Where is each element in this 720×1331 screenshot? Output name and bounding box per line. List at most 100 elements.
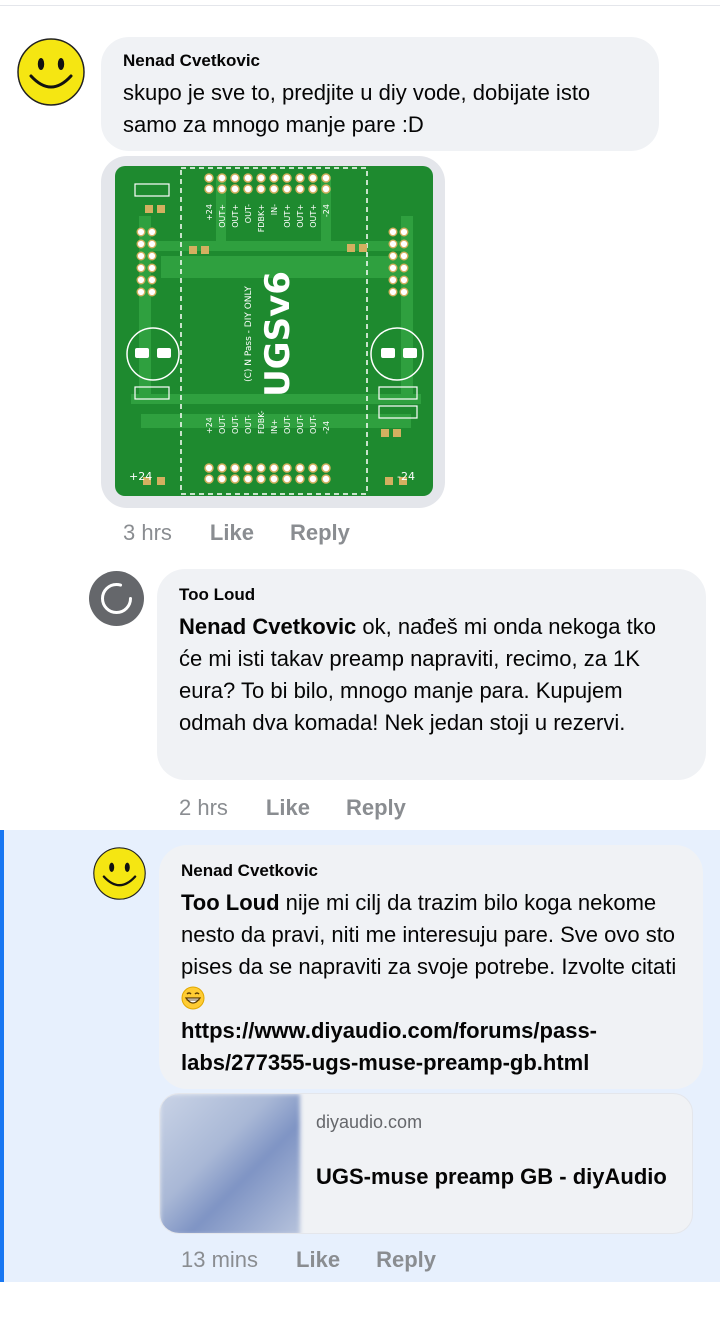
smiley-icon	[17, 38, 85, 106]
link-preview-title[interactable]: UGS-muse preamp GB - diyAudio	[316, 1164, 667, 1190]
header-pin	[243, 184, 253, 194]
mention-link[interactable]: Too Loud	[181, 890, 280, 915]
header-pin	[204, 474, 214, 484]
external-link[interactable]: https://www.diyaudio.com/forums/pass-lab…	[181, 1015, 681, 1079]
side-pin	[388, 275, 398, 285]
header-pin	[282, 474, 292, 484]
pin-label: OUT+	[296, 204, 305, 228]
link-preview-domain: diyaudio.com	[316, 1112, 423, 1132]
pin-label: -24	[322, 421, 331, 434]
loading-ring-icon	[101, 583, 132, 614]
pcb-image-attachment[interactable]: +24 OUT+ OUT+ OUT- FDBK+ IN- OUT+ OUT+ OUT+ -24 +…	[101, 156, 445, 508]
side-pin	[399, 263, 409, 273]
side-pin	[388, 239, 398, 249]
like-button[interactable]: Like	[210, 520, 254, 546]
header-pin	[295, 463, 305, 473]
pcb-board-image: +24 OUT+ OUT+ OUT- FDBK+ IN- OUT+ OUT+ OUT+ -24 +…	[115, 166, 433, 496]
comment-author[interactable]: Nenad Cvetkovic	[181, 861, 681, 881]
header-pin	[269, 184, 279, 194]
header-pin	[204, 184, 214, 194]
comment-bubble: Nenad Cvetkovic skupo je sve to, predjit…	[101, 37, 659, 151]
pin-label: +24	[205, 417, 214, 434]
pin-label: OUT+	[309, 204, 318, 228]
comment-text: Too Loud nije mi cilj da trazim bilo kog…	[181, 887, 681, 1079]
rail-pos: +24	[129, 470, 152, 483]
side-pin	[399, 227, 409, 237]
pcb-note: (C) N Pass - DIY ONLY	[244, 286, 254, 382]
comment-author[interactable]: Nenad Cvetkovic	[123, 51, 637, 71]
side-pin	[147, 263, 157, 273]
header-pin	[230, 173, 240, 183]
reply-button[interactable]: Reply	[376, 1247, 436, 1273]
header-pin	[321, 184, 331, 194]
pin-label: +24	[205, 204, 214, 221]
reply-button[interactable]: Reply	[346, 795, 406, 821]
side-pin	[136, 275, 146, 285]
pin-label: OUT-	[231, 415, 240, 434]
side-pin	[388, 287, 398, 297]
header-pin	[269, 173, 279, 183]
like-button[interactable]: Like	[266, 795, 310, 821]
header-pin	[243, 463, 253, 473]
side-pin	[399, 287, 409, 297]
header-pin	[308, 474, 318, 484]
header-pin	[308, 184, 318, 194]
header-pin	[282, 173, 292, 183]
side-pin	[136, 251, 146, 261]
link-preview-card[interactable]: diyaudio.com UGS-muse preamp GB - diyAud…	[159, 1093, 693, 1234]
side-pin	[388, 263, 398, 273]
header-pin	[204, 463, 214, 473]
comment-time[interactable]: 13 mins	[181, 1247, 258, 1273]
avatar-smiley[interactable]	[17, 38, 85, 106]
header-pin	[295, 173, 305, 183]
header-pin	[308, 173, 318, 183]
rail-neg: -24	[397, 470, 415, 483]
pin-label: OUT+	[231, 204, 240, 228]
side-pin	[399, 275, 409, 285]
header-pin	[269, 463, 279, 473]
header-pin	[308, 463, 318, 473]
header-pin	[282, 463, 292, 473]
header-pin	[217, 474, 227, 484]
header-pin	[230, 184, 240, 194]
comment-time[interactable]: 3 hrs	[123, 520, 172, 546]
comment-author[interactable]: Too Loud	[179, 585, 684, 605]
comment-bubble: Too Loud Nenad Cvetkovic ok, nađeš mi on…	[157, 569, 706, 780]
mention-link[interactable]: Nenad Cvetkovic	[179, 614, 356, 639]
side-pin	[388, 227, 398, 237]
comment-meta: 3 hrs Like Reply	[123, 520, 386, 546]
header-pin	[321, 173, 331, 183]
comment-meta: 2 hrs Like Reply	[179, 795, 442, 821]
pin-label: IN+	[270, 419, 279, 434]
header-pin	[256, 173, 266, 183]
side-pin	[136, 239, 146, 249]
side-pin	[388, 251, 398, 261]
header-pin	[269, 474, 279, 484]
side-pin	[147, 251, 157, 261]
side-pin	[147, 239, 157, 249]
pin-label: -24	[322, 204, 331, 217]
header-pin	[217, 184, 227, 194]
side-pin	[147, 287, 157, 297]
comment-text: Nenad Cvetkovic ok, nađeš mi onda nekoga…	[179, 611, 684, 739]
comment-time[interactable]: 2 hrs	[179, 795, 228, 821]
pin-label: OUT-	[244, 204, 253, 223]
like-button[interactable]: Like	[296, 1247, 340, 1273]
header-pin	[230, 463, 240, 473]
side-pin	[136, 263, 146, 273]
side-pin	[147, 227, 157, 237]
top-divider	[0, 0, 720, 6]
pcb-title: UGSv6	[258, 271, 298, 397]
header-pin	[282, 184, 292, 194]
avatar-smiley[interactable]	[93, 847, 146, 900]
comment-meta: 13 mins Like Reply	[181, 1247, 472, 1273]
side-pin	[136, 287, 146, 297]
pin-label: OUT-	[244, 415, 253, 434]
comment-bubble: Nenad Cvetkovic Too Loud nije mi cilj da…	[159, 845, 703, 1089]
header-pin	[321, 463, 331, 473]
avatar-default[interactable]	[89, 571, 144, 626]
reply-button[interactable]: Reply	[290, 520, 350, 546]
header-pin	[217, 463, 227, 473]
grinning-emoji-icon	[181, 986, 205, 1010]
header-pin	[256, 184, 266, 194]
